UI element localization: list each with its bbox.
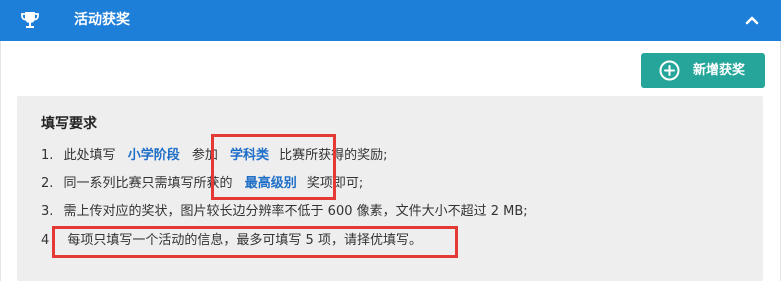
annotation-box-category bbox=[211, 134, 336, 200]
item-number: 2. bbox=[41, 176, 54, 191]
requirements-title: 填写要求 bbox=[41, 116, 97, 132]
item-text: 同一系列比赛只需填写所获的 bbox=[63, 176, 233, 191]
section-title: 活动获奖 bbox=[74, 12, 130, 28]
item-number: 1. bbox=[41, 148, 54, 163]
plus-circle-icon bbox=[659, 60, 680, 81]
section-header[interactable]: 活动获奖 bbox=[0, 0, 781, 41]
add-award-label: 新增获奖 bbox=[693, 63, 746, 78]
add-award-button[interactable]: 新增获奖 bbox=[641, 53, 765, 88]
requirement-item-3: 3. 需上传对应的奖状，图片较长边分辨率不低于 600 像素，文件大小不超过 2… bbox=[41, 202, 528, 221]
trophy-icon bbox=[21, 12, 39, 28]
highlight-stage: 小学阶段 bbox=[127, 148, 180, 163]
annotation-box-item-4 bbox=[52, 226, 458, 258]
item-number: 3. bbox=[41, 204, 54, 219]
item-number: 4 bbox=[41, 233, 50, 248]
chevron-up-icon[interactable] bbox=[744, 12, 760, 28]
item-text: 此处填写 bbox=[63, 148, 116, 163]
item-text: 需上传对应的奖状，图片较长边分辨率不低于 600 像素，文件大小不超过 2 MB… bbox=[63, 204, 528, 219]
